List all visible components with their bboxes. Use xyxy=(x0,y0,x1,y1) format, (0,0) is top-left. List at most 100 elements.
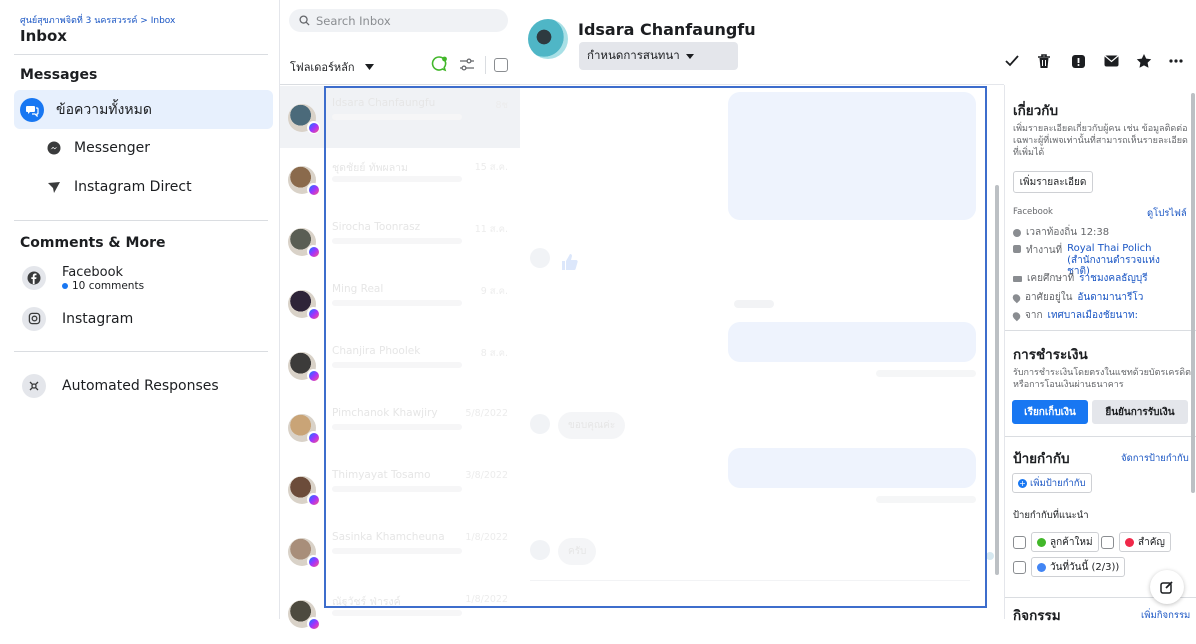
from-place-link[interactable]: เทศบาลเมืองชัยนาท: xyxy=(1048,308,1138,323)
messenger-badge-icon xyxy=(307,493,320,506)
lives-place-link[interactable]: อันดามานารีโว xyxy=(1077,290,1143,305)
plus-icon: + xyxy=(1018,478,1027,488)
briefcase-icon xyxy=(1013,245,1021,253)
manage-labels-link[interactable]: จัดการป้ายกำกับ xyxy=(1121,451,1189,466)
new-message-icon[interactable] xyxy=(430,55,448,77)
folder-label: โฟลเดอร์หลัก xyxy=(290,61,355,74)
activity-heading: กิจกรรม xyxy=(1013,608,1061,624)
tag-label: สำคัญ xyxy=(1138,536,1165,548)
tag-today[interactable]: วันที่วันนี้ (2/3)) xyxy=(1031,557,1126,577)
divider xyxy=(14,220,268,221)
sidebar-item-label: ข้อความทั้งหมด xyxy=(56,101,152,118)
messenger-badge-icon xyxy=(307,121,320,134)
contact-details-panel: เกี่ยวกับ เพิ่มรายละเอียดเกี่ยวกับผู้คน … xyxy=(1004,85,1196,624)
comment-count: 10 comments xyxy=(62,280,144,292)
request-payment-button[interactable]: เรียกเก็บเงิน xyxy=(1012,400,1088,424)
sidebar-item-all-messages[interactable]: ข้อความทั้งหมด xyxy=(14,90,273,129)
confirm-payment-button[interactable]: ยืนยันการรับเงิน xyxy=(1092,400,1188,424)
labels-heading: ป้ายกำกับ xyxy=(1013,451,1070,467)
tag-checkbox[interactable] xyxy=(1013,536,1026,549)
more-options-icon[interactable] xyxy=(1166,51,1186,71)
caret-down-icon xyxy=(685,53,694,59)
sidebar-item-automated-responses[interactable]: Automated Responses xyxy=(14,366,273,405)
messenger-badge-icon xyxy=(307,183,320,196)
payment-heading: การชำระเงิน xyxy=(1013,347,1088,363)
facebook-item-text: Facebook 10 comments xyxy=(62,265,144,292)
search-input[interactable]: Search Inbox xyxy=(289,9,508,32)
search-icon xyxy=(299,15,310,26)
tag-checkbox[interactable] xyxy=(1101,536,1114,549)
divider xyxy=(14,54,268,55)
messenger-badge-icon xyxy=(307,307,320,320)
about-heading: เกี่ยวกับ xyxy=(1013,103,1059,119)
contact-avatar[interactable] xyxy=(528,19,568,59)
automation-icon xyxy=(22,373,46,398)
search-placeholder: Search Inbox xyxy=(316,13,391,28)
chat-bubbles-icon xyxy=(20,97,44,122)
divider xyxy=(1005,330,1196,331)
read-receipt-icon xyxy=(986,552,994,560)
mark-done-icon[interactable] xyxy=(1002,51,1022,71)
add-label-button[interactable]: + เพิ่มป้ายกำกับ xyxy=(1012,473,1092,493)
messenger-icon xyxy=(46,140,62,156)
blue-dot-icon xyxy=(1037,562,1046,572)
studied-prefix: เคยศึกษาที่ xyxy=(1027,273,1075,284)
tag-label: ลูกค้าใหม่ xyxy=(1050,536,1093,548)
tag-checkbox[interactable] xyxy=(1013,561,1026,574)
payment-description: รับการชำระเงินโดยตรงในแชทด้วยบัตรเครดิตห… xyxy=(1013,368,1191,391)
button-label: ยืนยันการรับเงิน xyxy=(1105,406,1175,418)
sidebar-item-instagram-direct[interactable]: Instagram Direct xyxy=(14,167,273,206)
select-all-checkbox[interactable] xyxy=(494,58,508,72)
add-activity-link[interactable]: เพิ่มกิจกรรม xyxy=(1141,608,1190,623)
spam-icon[interactable] xyxy=(1068,51,1088,71)
conversation-topic-dropdown[interactable]: กำหนดการสนทนา xyxy=(579,42,738,70)
clock-icon xyxy=(1013,228,1021,237)
green-dot-icon xyxy=(1037,537,1046,547)
details-scrollbar[interactable] xyxy=(1191,93,1195,493)
thread-scrollbar[interactable] xyxy=(995,185,999,575)
sidebar-item-label: Instagram Direct xyxy=(74,178,192,195)
comments-count-label: 10 comments xyxy=(72,279,145,292)
messenger-badge-icon xyxy=(307,431,320,444)
add-label-text: เพิ่มป้ายกำกับ xyxy=(1030,477,1086,489)
local-time: เวลาท้องถิ่น 12:38 xyxy=(1026,227,1110,238)
sidebar-item-label: Facebook xyxy=(62,264,124,280)
breadcrumb[interactable]: ศูนย์สุขภาพจิตที่ 3 นครสวรรค์ > Inbox xyxy=(20,13,175,27)
from-row: จาก เทศบาลเมืองชัยนาท: xyxy=(1011,308,1138,323)
mark-unread-icon[interactable] xyxy=(1101,51,1121,71)
messenger-badge-icon xyxy=(307,369,320,382)
sidebar-item-label: Instagram xyxy=(62,310,134,327)
studied-place-link[interactable]: ราชมงคลธัญบุรี xyxy=(1079,271,1147,286)
divider xyxy=(485,56,486,74)
inbox-sidebar: ศูนย์สุขภาพจิตที่ 3 นครสวรรค์ > Inbox In… xyxy=(0,0,280,619)
tag-new-customer[interactable]: ลูกค้าใหม่ xyxy=(1031,532,1099,552)
divider xyxy=(1005,436,1196,437)
tag-important[interactable]: สำคัญ xyxy=(1119,532,1171,552)
sidebar-item-messenger[interactable]: Messenger xyxy=(14,128,273,167)
messages-heading: Messages xyxy=(20,67,98,83)
sidebar-item-label: Messenger xyxy=(74,139,151,156)
caret-down-icon xyxy=(364,64,374,70)
contact-name: Idsara Chanfaungfu xyxy=(578,20,756,39)
divider xyxy=(520,84,1004,85)
messenger-badge-icon xyxy=(307,245,320,258)
graduation-cap-icon xyxy=(1013,275,1022,282)
button-label: เพิ่มรายละเอียด xyxy=(1019,176,1087,188)
trash-icon[interactable] xyxy=(1034,51,1054,71)
sidebar-item-instagram[interactable]: Instagram xyxy=(14,299,273,338)
compose-button[interactable] xyxy=(1150,570,1184,604)
add-details-button[interactable]: เพิ่มรายละเอียด xyxy=(1013,171,1093,193)
star-icon[interactable] xyxy=(1134,51,1154,71)
page-title: Inbox xyxy=(20,27,67,45)
messenger-badge-icon xyxy=(307,555,320,568)
selection-overlay xyxy=(324,86,987,608)
sidebar-item-facebook[interactable]: Facebook 10 comments xyxy=(14,258,273,298)
suggested-labels-heading: ป้ายกำกับที่แนะนำ xyxy=(1013,510,1089,521)
folder-dropdown[interactable]: โฟลเดอร์หลัก xyxy=(290,58,374,76)
lives-prefix: อาศัยอยู่ใน xyxy=(1025,292,1073,303)
filter-icon[interactable] xyxy=(459,57,475,76)
education-row: เคยศึกษาที่ ราชมงคลธัญบุรี xyxy=(1013,271,1148,286)
view-profile-link[interactable]: ดูโปรไฟล์ xyxy=(1147,206,1187,221)
facebook-icon xyxy=(22,266,46,290)
location-pin-icon xyxy=(1011,292,1022,303)
